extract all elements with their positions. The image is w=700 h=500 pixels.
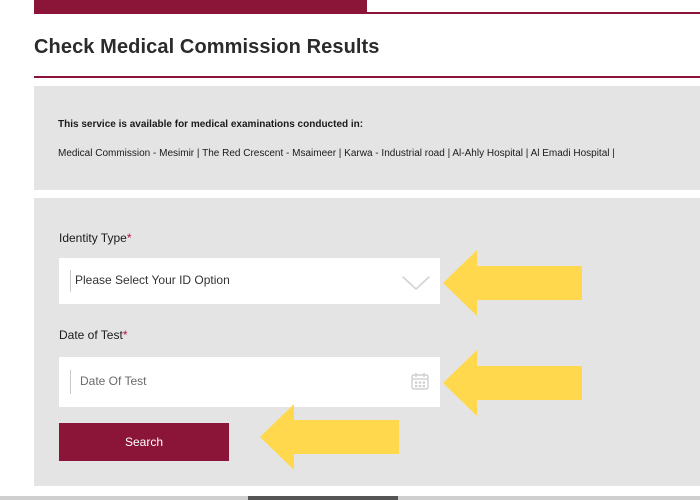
- date-of-test-label-text: Date of Test: [59, 328, 123, 342]
- arrow-left-icon: [260, 404, 399, 470]
- active-tab-indicator[interactable]: [34, 0, 367, 14]
- service-locations-list: Medical Commission - Mesimir | The Red C…: [58, 148, 615, 159]
- date-of-test-placeholder: Date Of Test: [80, 374, 147, 388]
- required-marker: *: [126, 231, 132, 245]
- required-marker: *: [122, 328, 128, 342]
- identity-type-select[interactable]: Please Select Your ID Option: [59, 258, 440, 304]
- scroll-indicator: [248, 496, 398, 500]
- date-text-cursor: [70, 370, 71, 394]
- page-title: Check Medical Commission Results: [34, 36, 380, 58]
- arrow-left-icon: [443, 250, 582, 316]
- tab-divider: [367, 12, 700, 14]
- arrow-left-icon: [443, 350, 582, 416]
- service-info-heading: This service is available for medical ex…: [58, 119, 364, 130]
- select-text-cursor: [70, 270, 71, 292]
- date-of-test-label: Date of Test*: [59, 328, 128, 342]
- date-of-test-field[interactable]: Date Of Test: [59, 357, 440, 407]
- service-info-panel: This service is available for medical ex…: [34, 86, 700, 190]
- identity-type-placeholder: Please Select Your ID Option: [75, 273, 230, 287]
- identity-type-label: Identity Type*: [59, 231, 132, 245]
- identity-type-label-text: Identity Type: [59, 231, 127, 245]
- chevron-down-icon[interactable]: [401, 272, 431, 292]
- calendar-icon[interactable]: [410, 371, 430, 391]
- title-divider: [34, 76, 700, 78]
- search-button[interactable]: Search: [59, 423, 229, 461]
